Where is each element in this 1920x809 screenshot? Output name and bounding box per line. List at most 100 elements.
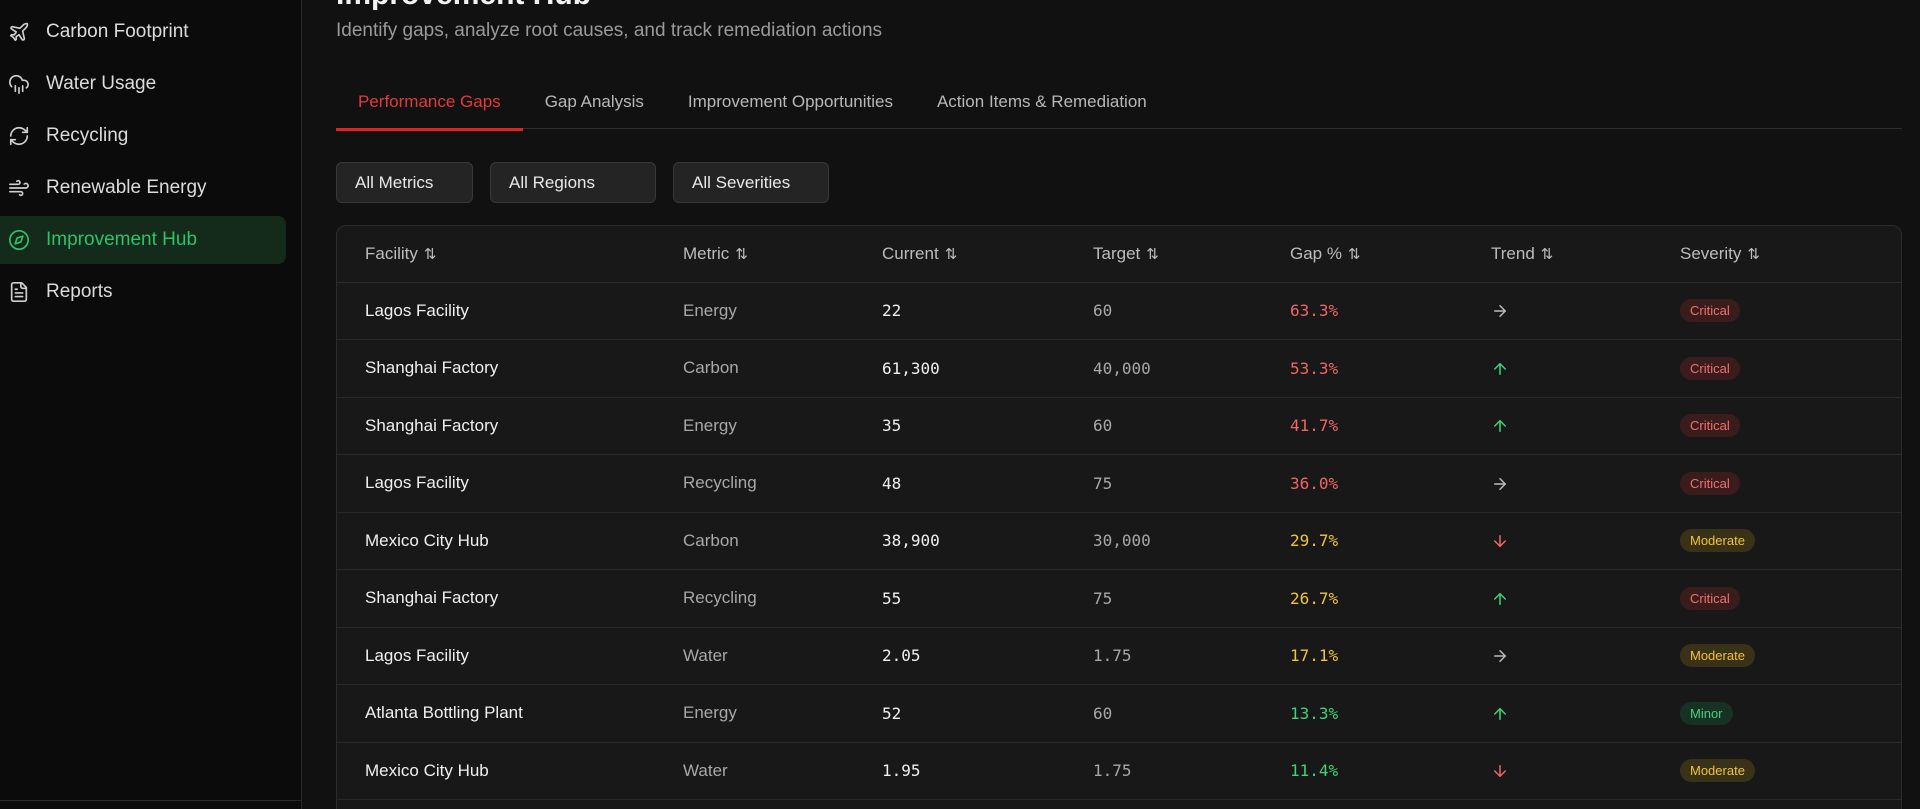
- cell-current: 2.05: [882, 627, 1093, 685]
- cell-trend: [1491, 282, 1680, 340]
- tab-performance-gaps[interactable]: Performance Gaps: [336, 82, 523, 131]
- cell-facility: Lagos Facility: [337, 627, 683, 685]
- severity-badge: Critical: [1680, 299, 1740, 323]
- cell-gap: 53.3%: [1290, 339, 1491, 398]
- cell-metric: Recycling: [683, 454, 882, 513]
- cell-metric: Carbon: [683, 512, 882, 570]
- tab-improvement-opportunities[interactable]: Improvement Opportunities: [666, 82, 915, 129]
- column-header-metric[interactable]: Metric ⇅: [683, 226, 882, 283]
- metric-filter-select[interactable]: All Metrics: [336, 162, 473, 203]
- tab-action-items[interactable]: Action Items & Remediation: [915, 82, 1169, 129]
- wind-icon: [8, 177, 30, 199]
- sidebar: Carbon Footprint Water Usage Recycling R…: [0, 0, 302, 809]
- severity-badge: Critical: [1680, 414, 1740, 438]
- severity-badge: Minor: [1680, 701, 1733, 725]
- cell-metric: Recycling: [683, 569, 882, 628]
- compass-icon: [8, 229, 30, 251]
- table-row[interactable]: Lagos Facility Water 2.05 1.75 17.1% Moderate: [337, 627, 1901, 685]
- sidebar-item-renewable-energy[interactable]: Renewable Energy: [0, 164, 286, 212]
- cell-metric: Water: [683, 742, 882, 800]
- severity-badge: Moderate: [1680, 644, 1755, 668]
- cell-target: 75: [1093, 454, 1290, 513]
- tab-bar: Performance Gaps Gap Analysis Improvemen…: [336, 82, 1902, 131]
- severity-badge: Critical: [1680, 471, 1740, 495]
- table-row[interactable]: Shanghai Factory Energy 35 60 41.7% Critical: [337, 397, 1901, 455]
- cell-target: 1.75: [1093, 627, 1290, 685]
- cell-metric: Carbon: [683, 339, 882, 398]
- trend-down-icon: [1494, 765, 1506, 778]
- sidebar-item-carbon-footprint[interactable]: Carbon Footprint: [0, 8, 286, 56]
- cell-facility: Atlanta Bottling Plant: [337, 684, 683, 743]
- sidebar-item-reports[interactable]: Reports: [0, 268, 286, 316]
- table-row[interactable]: Shanghai Factory Recycling 55 75 26.7% Critic…: [337, 569, 1901, 628]
- region-filter-select[interactable]: All Regions: [490, 162, 656, 203]
- table-row[interactable]: Mexico City Hub Carbon 38,900 30,000 29.7% Mo…: [337, 512, 1901, 570]
- sidebar-item-improvement-hub[interactable]: Improvement Hub: [0, 216, 286, 264]
- sidebar-item-label: Renewable Energy: [46, 177, 207, 198]
- sidebar-nav: Carbon Footprint Water Usage Recycling R…: [0, 8, 286, 320]
- cell-gap: 26.7%: [1290, 569, 1491, 628]
- sidebar-item-recycling[interactable]: Recycling: [0, 112, 286, 160]
- table-row[interactable]: Lagos Facility Energy 22 60 63.3% Critical: [337, 282, 1901, 340]
- sidebar-item-water-usage[interactable]: Water Usage: [0, 60, 286, 108]
- cell-trend: [1491, 339, 1680, 398]
- cell-facility: Shanghai Factory: [337, 569, 683, 628]
- cell-severity: Critical: [1680, 397, 1901, 455]
- cell-metric: Water: [683, 627, 882, 685]
- cell-metric: Energy: [683, 684, 882, 743]
- trend-flat-icon: [1494, 477, 1506, 490]
- page-title: Improvement Hub: [336, 0, 591, 12]
- cell-metric: Energy: [683, 282, 882, 340]
- sort-icon: ⇅: [1747, 245, 1760, 263]
- sort-icon: ⇅: [423, 245, 437, 263]
- severity-badge: Critical: [1680, 356, 1740, 380]
- cell-current: 22: [882, 282, 1093, 340]
- column-header-trend[interactable]: Trend ⇅: [1491, 226, 1680, 283]
- refresh-icon: [8, 125, 30, 147]
- cell-severity: Moderate: [1680, 627, 1901, 685]
- table-row[interactable]: Shanghai Factory Carbon 61,300 40,000 53.3% C…: [337, 339, 1901, 398]
- column-header-gap[interactable]: Gap % ⇅: [1290, 226, 1491, 283]
- sidebar-item-label: Reports: [46, 281, 113, 302]
- sort-icon: ⇅: [735, 245, 748, 263]
- sidebar-item-label: Water Usage: [46, 73, 157, 94]
- cell-target: 60: [1093, 282, 1290, 340]
- cell-target: 60: [1093, 397, 1290, 455]
- table-row[interactable]: Mexico City Hub Water 1.95 1.75 11.4% Moderat…: [337, 742, 1901, 800]
- cell-facility: Mexico City Hub: [337, 742, 683, 800]
- cell-current: 48: [882, 454, 1093, 513]
- table-row[interactable]: Lagos Facility Recycling 48 75 36.0% Critical: [337, 454, 1901, 513]
- cell-gap: 36.0%: [1290, 454, 1491, 513]
- cell-facility: Lagos Facility: [337, 454, 683, 513]
- severity-filter-select[interactable]: All Severities: [673, 162, 829, 203]
- cell-target: 30,000: [1093, 512, 1290, 570]
- cell-trend: [1491, 627, 1680, 685]
- cell-target: 75: [1093, 569, 1290, 628]
- cell-trend: [1491, 569, 1680, 628]
- cell-gap: 13.3%: [1290, 684, 1491, 743]
- cell-gap: 17.1%: [1290, 627, 1491, 685]
- cell-trend: [1491, 684, 1680, 743]
- trend-up-icon: [1494, 592, 1506, 605]
- cell-facility: Shanghai Factory: [337, 397, 683, 455]
- column-header-target[interactable]: Target ⇅: [1093, 226, 1290, 283]
- column-header-severity[interactable]: Severity ⇅: [1680, 226, 1901, 283]
- table-row[interactable]: Atlanta Bottling Plant Energy 52 60 13.3% Min…: [337, 684, 1901, 743]
- sort-icon: ⇅: [944, 245, 958, 263]
- cell-trend: [1491, 512, 1680, 570]
- column-header-current[interactable]: Current ⇅: [882, 226, 1093, 283]
- cell-gap: 41.7%: [1290, 397, 1491, 455]
- cell-trend: [1491, 742, 1680, 800]
- cell-severity: Critical: [1680, 454, 1901, 513]
- tab-gap-analysis[interactable]: Gap Analysis: [523, 82, 666, 129]
- severity-badge: Moderate: [1680, 529, 1755, 553]
- cell-trend: [1491, 454, 1680, 513]
- trend-flat-icon: [1494, 305, 1506, 318]
- cell-current: 52: [882, 684, 1093, 743]
- severity-badge: Critical: [1680, 586, 1740, 610]
- cell-metric: Energy: [683, 397, 882, 455]
- trend-down-icon: [1494, 535, 1506, 548]
- cell-facility: Lagos Facility: [337, 282, 683, 340]
- sidebar-item-label: Carbon Footprint: [46, 21, 189, 42]
- column-header-facility[interactable]: Facility ⇅: [337, 226, 683, 283]
